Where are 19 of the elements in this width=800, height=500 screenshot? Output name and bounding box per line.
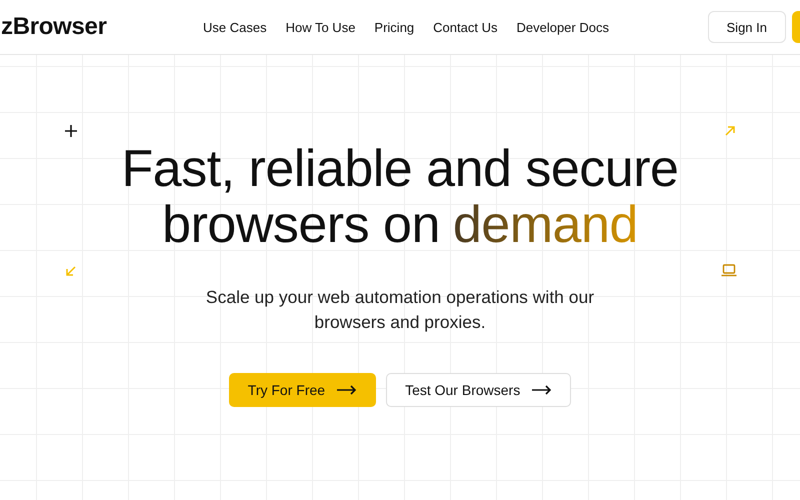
cta-button[interactable] (792, 11, 800, 43)
nav-link[interactable]: Pricing (374, 20, 414, 34)
nav-link[interactable]: Contact Us (433, 20, 498, 34)
plus-icon (64, 124, 78, 138)
sign-in-button[interactable]: Sign In (708, 11, 786, 43)
logo[interactable]: zBrowser (1, 13, 187, 41)
nav-link[interactable]: How To Use (286, 20, 356, 34)
laptop-icon (721, 264, 737, 277)
arrow-icon (724, 125, 736, 137)
headline: browsers on (162, 197, 440, 253)
test-browsers-button[interactable]: Test Our Browsers (386, 373, 572, 407)
arrow-icon (337, 385, 358, 395)
nav-link[interactable]: Developer Docs (516, 20, 609, 34)
subtitle: Scale up your web automation operations with our browsers and proxies. (204, 286, 596, 334)
nav-link[interactable]: Use Cases (203, 20, 267, 34)
headline: Fast, reliable and secure (122, 141, 678, 197)
try-free-button[interactable]: Try For Free (228, 373, 376, 407)
arrow-icon (65, 265, 77, 277)
arrow-icon (532, 385, 552, 395)
